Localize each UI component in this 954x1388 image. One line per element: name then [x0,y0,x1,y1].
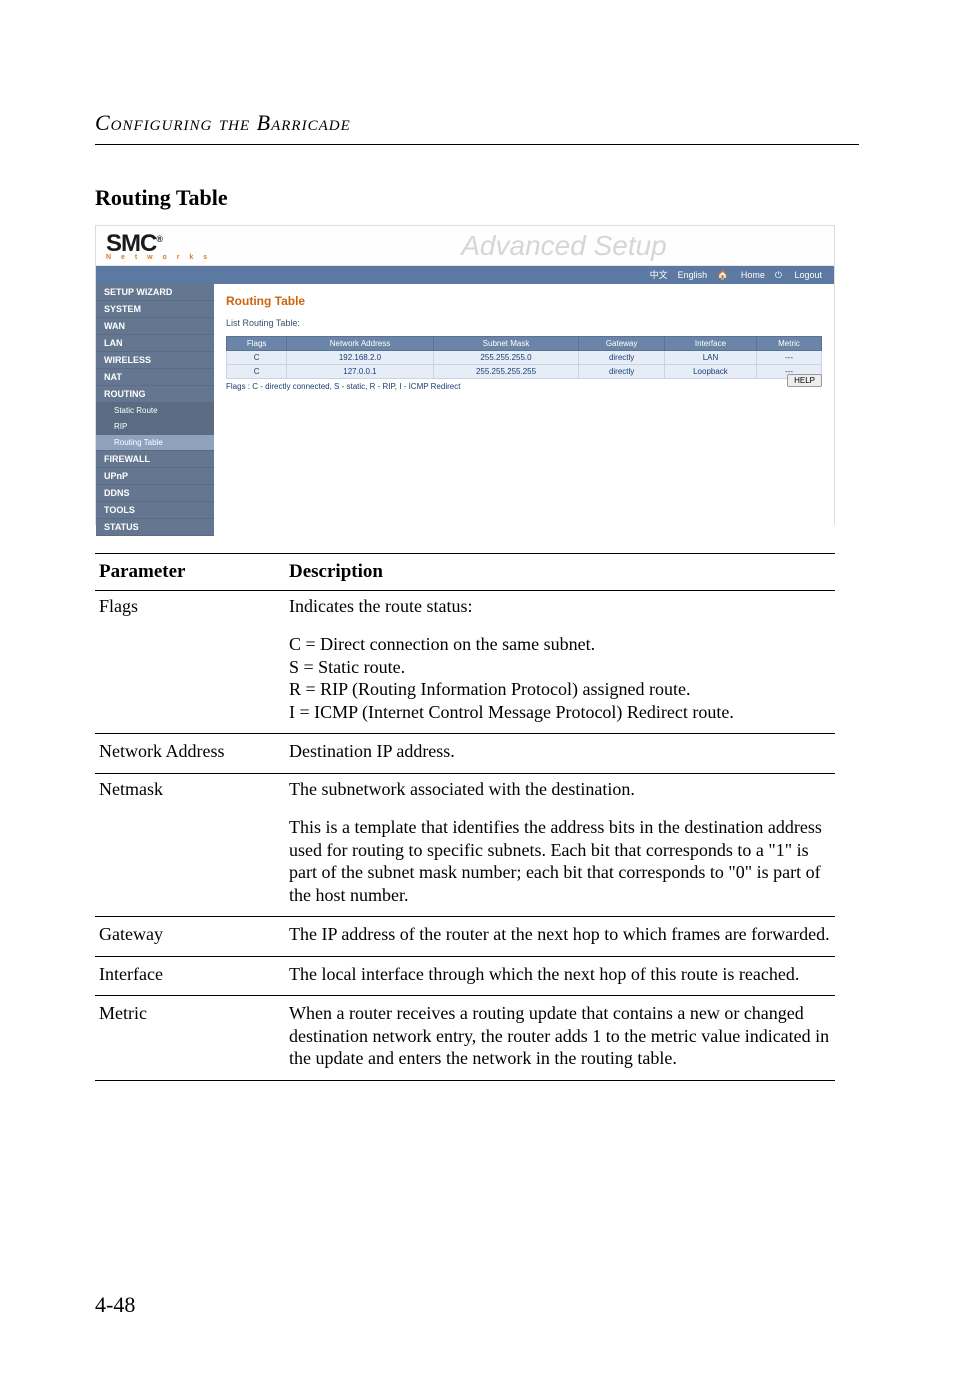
cell: C [227,365,287,379]
param-netmask: Netmask [95,773,285,810]
section-title: Routing Table [95,185,859,211]
cell: 255.255.255.0 [433,351,579,365]
help-button[interactable]: HELP [787,374,822,387]
logo-main: SMC [106,230,156,257]
home-label: Home [741,270,765,280]
logo-sub: N e t w o r k s [106,254,284,261]
row-flags-top: Flags Indicates the route status: [95,590,835,627]
param-interface: Interface [95,956,285,996]
cell: directly [579,365,665,379]
sidebar-item-setup-wizard[interactable]: SETUP WIZARD [96,284,214,301]
flags-legend: Flags : C - directly connected, S - stat… [226,382,822,391]
sidebar-item-routing[interactable]: ROUTING [96,386,214,403]
param-gateway: Gateway [95,917,285,957]
empty [95,627,285,734]
logout-link[interactable]: ⏻ Logout [775,266,822,284]
cell: C [227,351,287,365]
sidebar-item-static-route[interactable]: Static Route [96,403,214,419]
row-metric: Metric When a router receives a routing … [95,996,835,1081]
routing-table: Flags Network Address Subnet Mask Gatewa… [226,336,822,379]
header-parameter: Parameter [95,554,285,591]
header-rule [95,144,859,145]
row-flags-sub: C = Direct connection on the same subnet… [95,627,835,734]
smc-logo: SMC® N e t w o r k s [96,226,294,265]
param-flags: Flags [95,590,285,627]
row-netmask-top: Netmask The subnetwork associated with t… [95,773,835,810]
desc-flags-sub: C = Direct connection on the same subnet… [285,627,835,734]
sidebar-item-status[interactable]: STATUS [96,519,214,536]
row-interface: Interface The local interface through wh… [95,956,835,996]
cell: Loopback [664,365,756,379]
sidebar-item-system[interactable]: SYSTEM [96,301,214,318]
screenshot-body: SETUP WIZARD SYSTEM WAN LAN WIRELESS NAT… [96,284,834,536]
th-gateway: Gateway [579,337,665,351]
sidebar-item-ddns[interactable]: DDNS [96,485,214,502]
table-row: C 127.0.0.1 255.255.255.255 directly Loo… [227,365,822,379]
cell: LAN [664,351,756,365]
logo-reg: ® [156,234,162,244]
param-metric: Metric [95,996,285,1081]
screenshot-main: Routing Table List Routing Table: Flags … [214,284,834,536]
cell: 255.255.255.255 [433,365,579,379]
table-row: C 192.168.2.0 255.255.255.0 directly LAN… [227,351,822,365]
sidebar-item-nat[interactable]: NAT [96,369,214,386]
advanced-setup-watermark: Advanced Setup [294,230,834,262]
lang-english[interactable]: English [678,266,708,284]
cell: --- [757,351,822,365]
main-title: Routing Table [226,294,822,308]
sidebar-item-wireless[interactable]: WIRELESS [96,352,214,369]
th-interface: Interface [664,337,756,351]
cell: 127.0.0.1 [287,365,433,379]
desc-interface: The local interface through which the ne… [285,956,835,996]
desc-gateway: The IP address of the router at the next… [285,917,835,957]
main-subtitle: List Routing Table: [226,318,822,328]
screenshot-topbar: SMC® N e t w o r k s Advanced Setup [96,226,834,266]
desc-metric: When a router receives a routing update … [285,996,835,1081]
desc-flags-top: Indicates the route status: [285,590,835,627]
sidebar-item-wan[interactable]: WAN [96,318,214,335]
home-link[interactable]: 🏠 Home [717,266,765,284]
th-flags: Flags [227,337,287,351]
parameter-table: Parameter Description Flags Indicates th… [95,553,835,1081]
row-gateway: Gateway The IP address of the router at … [95,917,835,957]
row-network-address: Network Address Destination IP address. [95,734,835,774]
th-network-address: Network Address [287,337,433,351]
desc-header-row: Parameter Description [95,554,835,591]
lang-chinese[interactable]: 中文 [650,266,668,284]
cell: directly [579,351,665,365]
th-subnet-mask: Subnet Mask [433,337,579,351]
router-screenshot: SMC® N e t w o r k s Advanced Setup 中文 E… [95,225,835,525]
sidebar-item-rip[interactable]: RIP [96,419,214,435]
row-netmask-sub: This is a template that identifies the a… [95,810,835,917]
param-network-address: Network Address [95,734,285,774]
header-description: Description [285,554,835,591]
th-metric: Metric [757,337,822,351]
sidebar-item-lan[interactable]: LAN [96,335,214,352]
page-header: Configuring the Barricade [95,110,859,136]
desc-network-address: Destination IP address. [285,734,835,774]
logout-label: Logout [794,270,822,280]
desc-netmask-top: The subnetwork associated with the desti… [285,773,835,810]
sidebar-item-upnp[interactable]: UPnP [96,468,214,485]
sidebar-item-routing-table[interactable]: Routing Table [96,435,214,451]
cell: 192.168.2.0 [287,351,433,365]
sidebar-item-tools[interactable]: TOOLS [96,502,214,519]
desc-netmask-sub: This is a template that identifies the a… [285,810,835,917]
lang-row: 中文 English 🏠 Home ⏻ Logout [96,266,834,284]
empty [95,810,285,917]
sidebar: SETUP WIZARD SYSTEM WAN LAN WIRELESS NAT… [96,284,214,536]
page-number: 4-48 [95,1292,135,1318]
sidebar-item-firewall[interactable]: FIREWALL [96,451,214,468]
table-header-row: Flags Network Address Subnet Mask Gatewa… [227,337,822,351]
